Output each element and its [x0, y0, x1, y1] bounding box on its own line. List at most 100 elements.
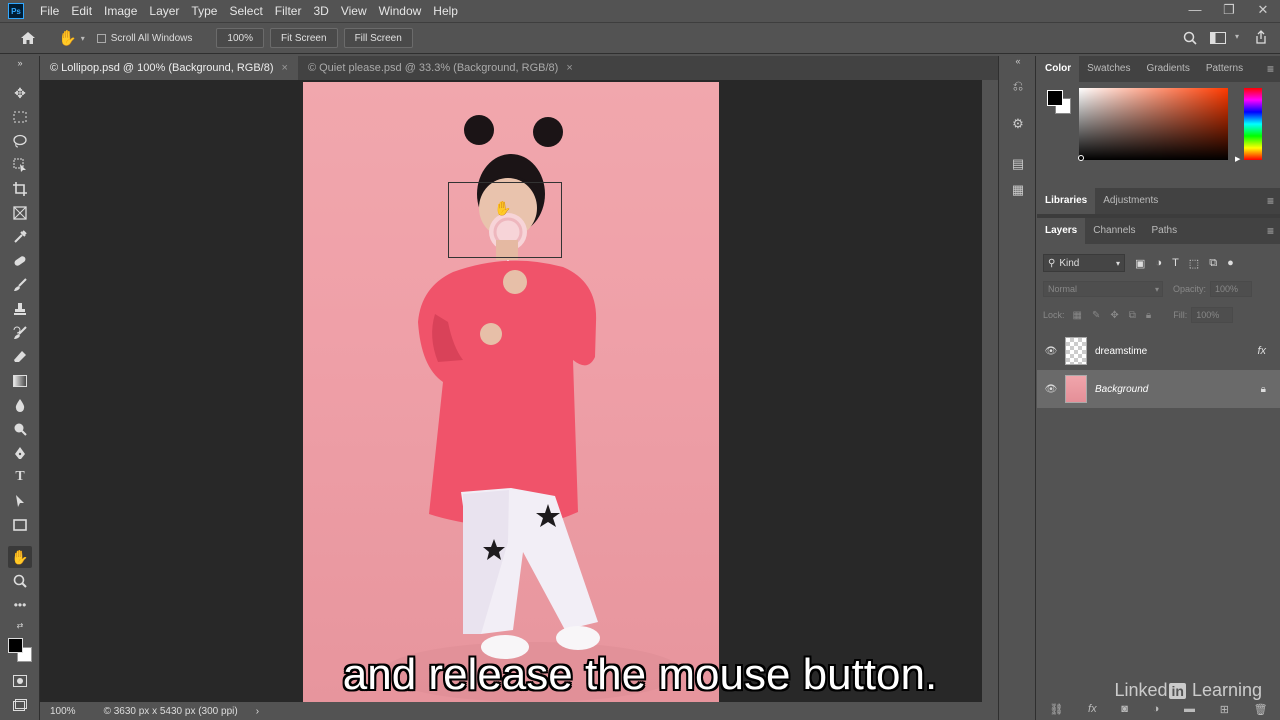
blend-mode-select[interactable]: Normal ▾: [1043, 281, 1163, 297]
foreground-color[interactable]: [1047, 90, 1063, 106]
hue-slider[interactable]: [1244, 88, 1262, 160]
eyedropper-tool-icon[interactable]: [8, 226, 32, 248]
share-icon[interactable]: [1254, 29, 1268, 48]
layer-row-dreamstime[interactable]: 👁︎ dreamstime fx: [1037, 332, 1280, 370]
opacity-field[interactable]: 100%: [1210, 281, 1253, 297]
fill-field[interactable]: 100%: [1191, 307, 1234, 323]
shape-filter-icon[interactable]: ⬚: [1189, 257, 1199, 270]
menu-file[interactable]: File: [34, 0, 65, 22]
layer-row-background[interactable]: 👁︎ Background 🔒︎: [1037, 370, 1280, 408]
document-canvas-image[interactable]: [303, 82, 719, 702]
menu-layer[interactable]: Layer: [143, 0, 185, 22]
workspace-chevron-icon[interactable]: ▾: [1235, 32, 1239, 41]
menu-3d[interactable]: 3D: [307, 0, 334, 22]
vertical-scrollbar[interactable]: [982, 80, 998, 702]
tab-patterns[interactable]: Patterns: [1198, 56, 1251, 82]
menu-image[interactable]: Image: [98, 0, 143, 22]
smart-object-filter-icon[interactable]: ⧉: [1209, 257, 1217, 270]
tab-paths[interactable]: Paths: [1144, 218, 1186, 244]
scroll-all-windows-checkbox[interactable]: Scroll All Windows: [96, 33, 192, 44]
path-selection-tool-icon[interactable]: [8, 490, 32, 512]
tab-color[interactable]: Color: [1037, 56, 1080, 82]
menu-help[interactable]: Help: [427, 0, 464, 22]
zoom-tool-icon[interactable]: [8, 570, 32, 592]
status-expand-icon[interactable]: ›: [256, 706, 259, 717]
add-layer-style-icon[interactable]: fx: [1088, 703, 1097, 715]
menu-view[interactable]: View: [335, 0, 373, 22]
status-zoom[interactable]: 100%: [50, 706, 76, 717]
hue-slider-handle-icon[interactable]: ▶: [1235, 155, 1240, 163]
more-tools-icon[interactable]: •••: [8, 594, 32, 616]
close-tab-icon[interactable]: ×: [566, 62, 572, 74]
swap-colors-icon[interactable]: ⇄: [8, 618, 32, 632]
tool-preset-chevron-icon[interactable]: ▾: [81, 34, 85, 43]
new-adjustment-layer-icon[interactable]: ◑: [1153, 703, 1160, 715]
zoom-100-button[interactable]: 100%: [216, 28, 264, 48]
lock-all-icon[interactable]: 🔒︎: [1146, 310, 1151, 321]
panel-menu-icon[interactable]: ≡: [1267, 56, 1274, 82]
rectangle-tool-icon[interactable]: [8, 514, 32, 536]
menu-type[interactable]: Type: [185, 0, 223, 22]
restore-icon[interactable]: ❐: [1212, 0, 1246, 22]
fill-screen-button[interactable]: Fill Screen: [343, 28, 413, 48]
properties-panel-icon[interactable]: ⚙: [1008, 116, 1028, 134]
menu-filter[interactable]: Filter: [269, 0, 308, 22]
delete-layer-icon[interactable]: 🗑︎: [1254, 703, 1268, 716]
object-selection-tool-icon[interactable]: [8, 154, 32, 176]
hand-tool-icon[interactable]: ✋: [58, 29, 77, 47]
tab-channels[interactable]: Channels: [1085, 218, 1143, 244]
dodge-tool-icon[interactable]: [8, 418, 32, 440]
menu-window[interactable]: Window: [373, 0, 428, 22]
kind-filter-select[interactable]: ⚲ Kind ▾: [1043, 254, 1125, 272]
fx-icon[interactable]: fx: [1257, 345, 1266, 357]
close-tab-icon[interactable]: ×: [282, 62, 288, 74]
eraser-tool-icon[interactable]: [8, 346, 32, 368]
tab-libraries[interactable]: Libraries: [1037, 188, 1096, 214]
new-layer-icon[interactable]: ⊞: [1220, 703, 1229, 716]
type-tool-icon[interactable]: T: [8, 466, 32, 488]
visibility-eye-icon[interactable]: 👁︎: [1037, 346, 1065, 357]
tab-adjustments[interactable]: Adjustments: [1095, 188, 1166, 214]
lasso-tool-icon[interactable]: [8, 130, 32, 152]
clone-stamp-tool-icon[interactable]: [8, 298, 32, 320]
minimize-icon[interactable]: —: [1178, 0, 1212, 22]
type-filter-icon[interactable]: T: [1172, 257, 1179, 269]
gradient-tool-icon[interactable]: [8, 370, 32, 392]
workspace-icon[interactable]: [1210, 32, 1226, 47]
color-picker-field[interactable]: [1079, 88, 1228, 160]
visibility-eye-icon[interactable]: 👁︎: [1037, 384, 1065, 395]
collapse-toolbar-icon[interactable]: »: [8, 56, 32, 70]
filter-toggle-icon[interactable]: ●: [1227, 257, 1234, 269]
collapse-panels-icon[interactable]: «: [1008, 56, 1028, 74]
move-tool-icon[interactable]: ✥: [8, 82, 32, 104]
adjustment-filter-icon[interactable]: ◑: [1155, 257, 1162, 269]
panel-menu-icon[interactable]: ≡: [1267, 218, 1274, 244]
add-mask-icon[interactable]: ◙: [1121, 703, 1128, 715]
pen-tool-icon[interactable]: [8, 442, 32, 464]
menu-select[interactable]: Select: [223, 0, 268, 22]
foreground-color-swatch[interactable]: [8, 638, 23, 653]
search-icon[interactable]: [1183, 31, 1197, 48]
lock-transparent-icon[interactable]: ▦: [1073, 310, 1082, 321]
close-icon[interactable]: ✕: [1246, 0, 1280, 22]
blur-tool-icon[interactable]: [8, 394, 32, 416]
lock-position-icon[interactable]: ✥: [1110, 310, 1118, 321]
panel-menu-icon[interactable]: ≡: [1267, 188, 1274, 214]
tab-quiet-please[interactable]: © Quiet please.psd @ 33.3% (Background, …: [298, 56, 583, 80]
fit-screen-button[interactable]: Fit Screen: [269, 28, 338, 48]
paragraph-panel-icon[interactable]: ▦: [1008, 182, 1028, 200]
tab-swatches[interactable]: Swatches: [1079, 56, 1138, 82]
tab-gradients[interactable]: Gradients: [1138, 56, 1197, 82]
menu-edit[interactable]: Edit: [65, 0, 98, 22]
zoom-navigation-box[interactable]: [448, 182, 562, 258]
tab-lollipop[interactable]: © Lollipop.psd @ 100% (Background, RGB/8…: [40, 56, 298, 80]
history-panel-icon[interactable]: ⎌: [1008, 78, 1028, 96]
frame-tool-icon[interactable]: [8, 202, 32, 224]
lock-image-icon[interactable]: ✎: [1092, 310, 1100, 321]
marquee-tool-icon[interactable]: [8, 106, 32, 128]
link-layers-icon[interactable]: ⛓: [1049, 703, 1063, 716]
healing-brush-tool-icon[interactable]: [8, 250, 32, 272]
hand-tool-icon[interactable]: ✋: [8, 546, 32, 568]
glyphs-panel-icon[interactable]: ▤: [1008, 156, 1028, 174]
home-icon[interactable]: [18, 28, 38, 48]
